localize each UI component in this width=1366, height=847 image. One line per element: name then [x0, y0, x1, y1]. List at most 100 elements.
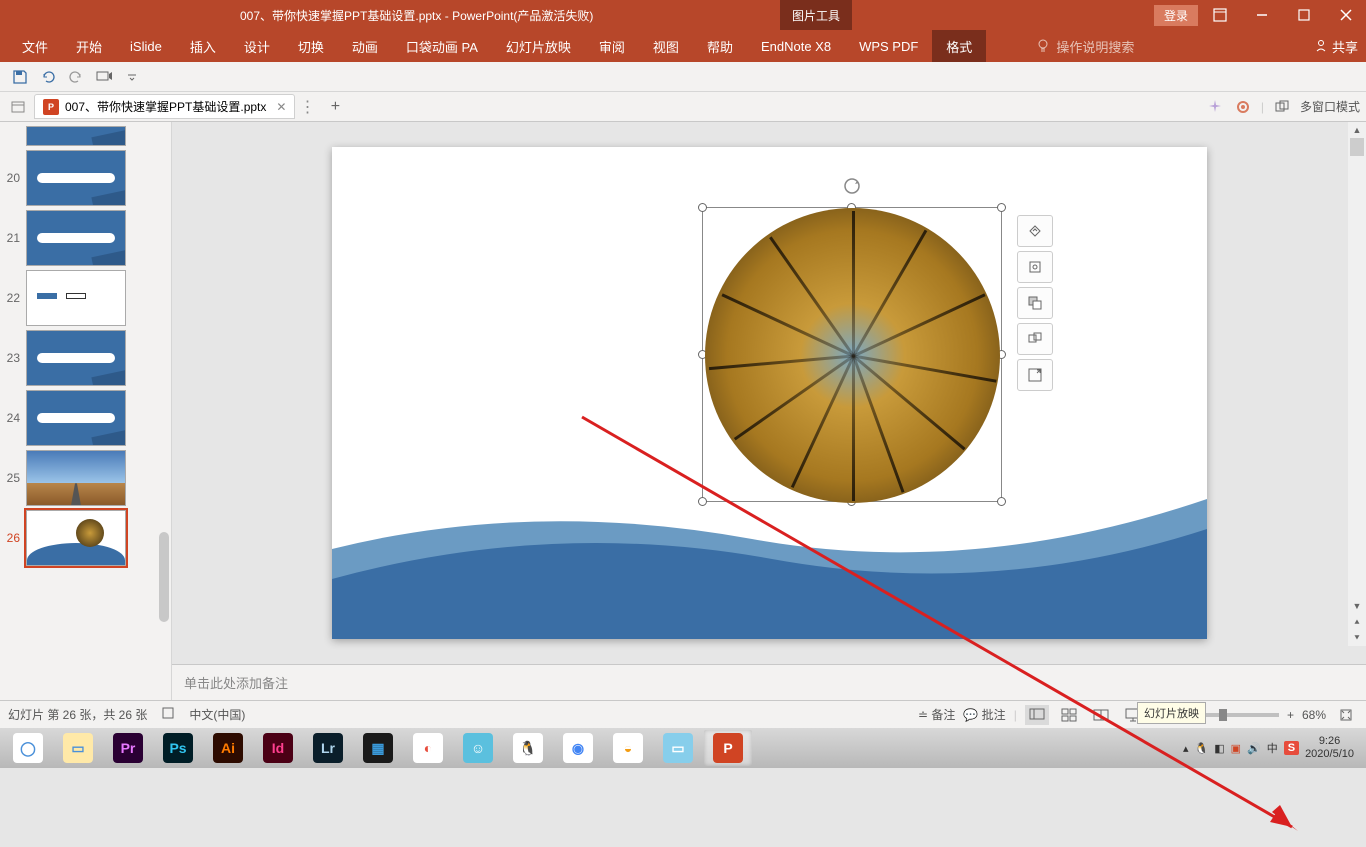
- current-slide[interactable]: [332, 147, 1207, 639]
- tab-view[interactable]: 视图: [639, 30, 693, 62]
- maximize-button[interactable]: [1284, 0, 1324, 30]
- notes-toggle[interactable]: ≐ 备注: [918, 706, 955, 723]
- zoom-in-button[interactable]: +: [1287, 708, 1294, 722]
- zoom-level[interactable]: 68%: [1302, 708, 1326, 722]
- taskbar-app2[interactable]: ◐: [404, 730, 452, 766]
- ribbon-options-icon[interactable]: [1200, 0, 1240, 30]
- thumbnail-26[interactable]: 26: [0, 510, 171, 566]
- tab-home[interactable]: 开始: [62, 30, 116, 62]
- taskbar-photoshop[interactable]: Ps: [154, 730, 202, 766]
- notes-pane[interactable]: 单击此处添加备注: [172, 664, 1366, 700]
- taskbar-powerpoint[interactable]: P: [704, 730, 752, 766]
- slide-thumbnails-panel[interactable]: 20 21 22 23 24 25 26: [0, 122, 172, 700]
- layout-options-button[interactable]: [1017, 215, 1053, 247]
- tray-volume-icon[interactable]: 🔊: [1247, 742, 1261, 755]
- document-tab[interactable]: P 007、带你快速掌握PPT基础设置.pptx ✕: [34, 94, 295, 119]
- tab-design[interactable]: 设计: [230, 30, 284, 62]
- tab-wpspdf[interactable]: WPS PDF: [845, 30, 932, 62]
- powerpoint-file-icon: P: [43, 99, 59, 115]
- tab-transitions[interactable]: 切换: [284, 30, 338, 62]
- tab-menu-icon[interactable]: ⋮: [299, 97, 315, 117]
- save-button[interactable]: [8, 65, 32, 89]
- crop-button[interactable]: [1017, 251, 1053, 283]
- share-button[interactable]: 共享: [1314, 37, 1358, 56]
- tab-islide[interactable]: iSlide: [116, 30, 176, 62]
- tray-chevron-icon[interactable]: ▴: [1183, 742, 1189, 755]
- cropped-circle-image[interactable]: [705, 208, 1000, 503]
- taskbar-app3[interactable]: ☺: [454, 730, 502, 766]
- bring-forward-button[interactable]: [1017, 287, 1053, 319]
- scroll-up-button[interactable]: ▲: [1348, 122, 1366, 138]
- main-area: 20 21 22 23 24 25 26: [0, 122, 1366, 700]
- taskbar-lightroom[interactable]: Lr: [304, 730, 352, 766]
- magic-icon[interactable]: [1205, 97, 1225, 117]
- taskbar-notes[interactable]: ▭: [654, 730, 702, 766]
- fit-to-window-button[interactable]: [1334, 705, 1358, 725]
- tab-file[interactable]: 文件: [8, 30, 62, 62]
- start-from-beginning-button[interactable]: [92, 65, 116, 89]
- taskbar-illustrator[interactable]: Ai: [204, 730, 252, 766]
- thumbnail-24[interactable]: 24: [0, 390, 171, 446]
- reading-view-button[interactable]: [1089, 705, 1113, 725]
- sorter-view-button[interactable]: [1057, 705, 1081, 725]
- login-button[interactable]: 登录: [1154, 5, 1198, 26]
- normal-view-button[interactable]: [1025, 705, 1049, 725]
- add-tab-button[interactable]: +: [323, 95, 347, 119]
- tell-me-search[interactable]: 操作说明搜索: [1036, 37, 1134, 56]
- taskbar-browser[interactable]: ◯: [4, 730, 52, 766]
- quick-access-toolbar: [0, 62, 1366, 92]
- tab-insert[interactable]: 插入: [176, 30, 230, 62]
- thumbnail-23[interactable]: 23: [0, 330, 171, 386]
- tab-pocket-anim[interactable]: 口袋动画 PA: [392, 30, 492, 62]
- ime-sogou-icon[interactable]: S: [1284, 741, 1299, 755]
- close-tab-icon[interactable]: ✕: [276, 100, 286, 114]
- size-button[interactable]: [1017, 359, 1053, 391]
- scroll-down-button[interactable]: ▼: [1348, 598, 1366, 614]
- multi-window-label[interactable]: 多窗口模式: [1300, 98, 1360, 115]
- redo-button[interactable]: [64, 65, 88, 89]
- language-indicator[interactable]: 中文(中国): [189, 706, 245, 723]
- tab-slideshow[interactable]: 幻灯片放映: [492, 30, 585, 62]
- rotate-handle[interactable]: [842, 176, 862, 196]
- tab-endnote[interactable]: EndNote X8: [747, 30, 845, 62]
- thumbnail-21[interactable]: 21: [0, 210, 171, 266]
- tab-help[interactable]: 帮助: [693, 30, 747, 62]
- doc-list-icon[interactable]: [6, 95, 30, 119]
- taskbar-indesign[interactable]: Id: [254, 730, 302, 766]
- tray-qq-icon[interactable]: 🐧: [1195, 742, 1209, 755]
- scroll-thumb[interactable]: [1350, 138, 1364, 156]
- accessibility-icon[interactable]: [161, 706, 175, 723]
- group-button[interactable]: [1017, 323, 1053, 355]
- thumbnail-25[interactable]: 25: [0, 450, 171, 506]
- tray-ppt-icon[interactable]: ▣: [1231, 742, 1241, 755]
- clock[interactable]: 9:262020/5/10: [1305, 735, 1354, 761]
- taskbar-premiere[interactable]: Pr: [104, 730, 152, 766]
- taskbar-app4[interactable]: ◒: [604, 730, 652, 766]
- thumbnail-22[interactable]: 22: [0, 270, 171, 326]
- taskbar-qq[interactable]: 🐧: [504, 730, 552, 766]
- next-slide-button[interactable]: ⯆: [1348, 630, 1366, 646]
- tab-format[interactable]: 格式: [932, 30, 986, 62]
- qat-more-button[interactable]: [120, 65, 144, 89]
- minimize-button[interactable]: [1242, 0, 1282, 30]
- slide-counter[interactable]: 幻灯片 第 26 张，共 26 张: [8, 706, 147, 723]
- comments-toggle[interactable]: 💬 批注: [963, 706, 1005, 723]
- taskbar-app1[interactable]: ▦: [354, 730, 402, 766]
- taskbar-chrome[interactable]: ◉: [554, 730, 602, 766]
- tray-app-icon[interactable]: ◧: [1214, 742, 1224, 755]
- picture-tools-context-tab[interactable]: 图片工具: [780, 0, 852, 30]
- slide-canvas-area[interactable]: [172, 122, 1366, 664]
- close-button[interactable]: [1326, 0, 1366, 30]
- image-selection-box[interactable]: [702, 207, 1002, 502]
- thumbnail-scrollbar[interactable]: [159, 532, 169, 622]
- thumbnail-20[interactable]: 20: [0, 150, 171, 206]
- tab-review[interactable]: 审阅: [585, 30, 639, 62]
- settings-icon[interactable]: [1233, 97, 1253, 117]
- taskbar-explorer[interactable]: ▭: [54, 730, 102, 766]
- editor-vertical-scrollbar[interactable]: ▲ ▼ ⯅ ⯆: [1348, 122, 1366, 646]
- undo-button[interactable]: [36, 65, 60, 89]
- ime-indicator[interactable]: 中: [1267, 740, 1278, 756]
- thumbnail-19[interactable]: [0, 126, 171, 146]
- prev-slide-button[interactable]: ⯅: [1348, 614, 1366, 630]
- tab-animations[interactable]: 动画: [338, 30, 392, 62]
